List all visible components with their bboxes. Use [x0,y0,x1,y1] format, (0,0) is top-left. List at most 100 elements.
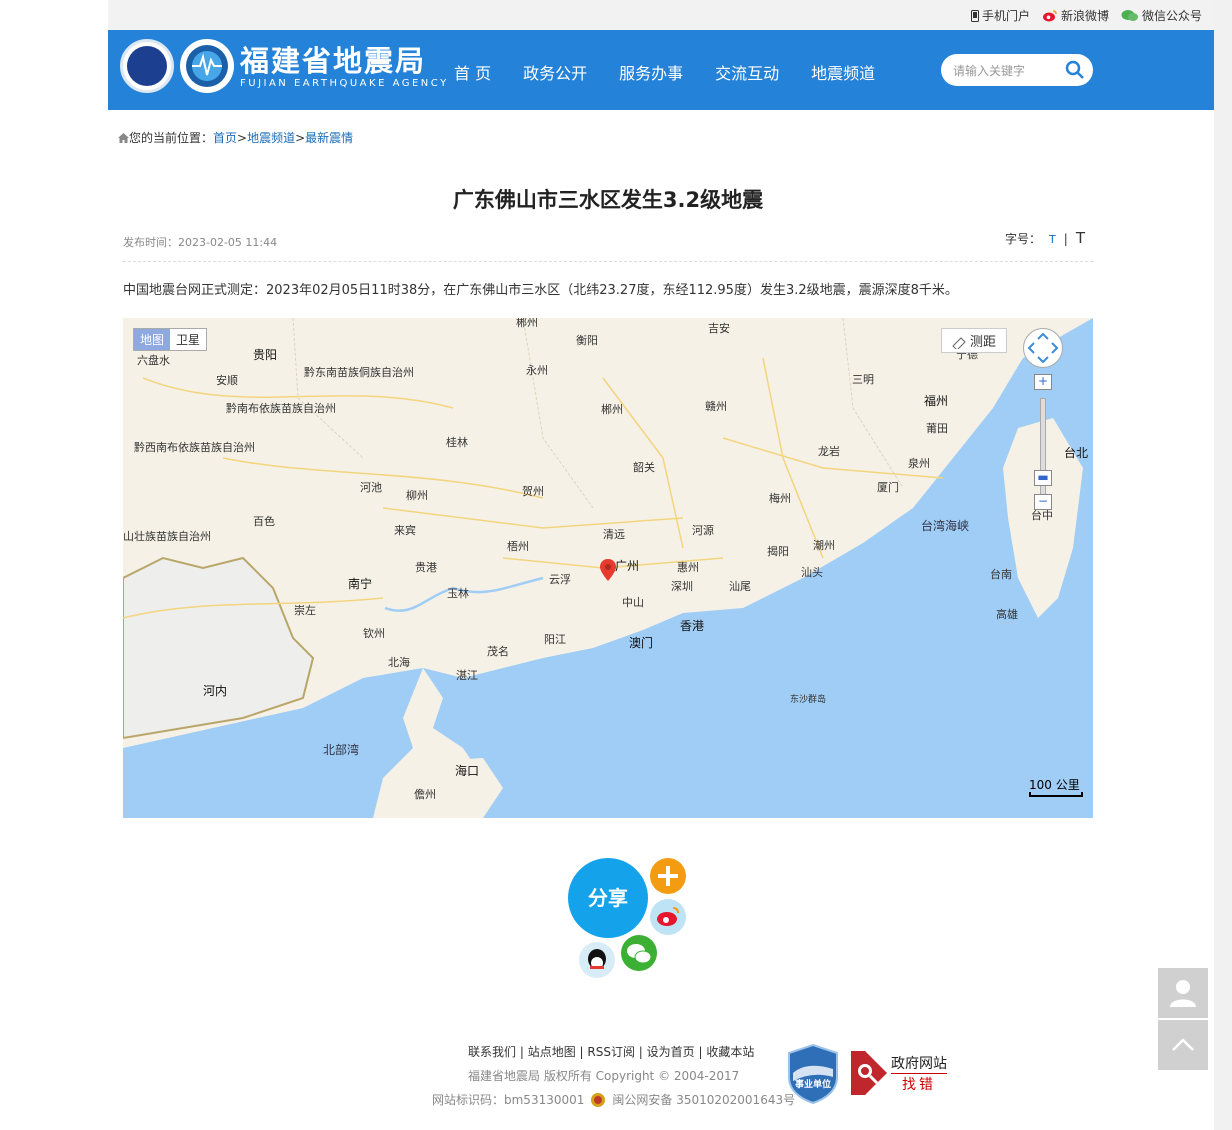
site-id: 网站标识码：bm53130001 [432,1093,585,1107]
map-label: 梧州 [507,540,529,553]
search-icon[interactable] [1065,60,1085,80]
zoom-out-button[interactable]: − [1034,494,1052,510]
measure-label: 测距 [970,335,997,350]
page-scrollbar[interactable] [1214,0,1232,1130]
phone-icon [970,9,979,22]
logo-subtitle: FUJIAN EARTHQUAKE AGENCY [240,77,449,89]
map-label: 清远 [603,528,625,541]
nav-gov-affairs[interactable]: 政务公开 [523,60,587,84]
nav-earthquake-channel[interactable]: 地震频道 [811,60,875,84]
map-label: 海口 [455,764,480,778]
map-label: 山壮族苗族自治州 [123,530,211,543]
map-label: 永州 [526,364,548,377]
map-label: 河内 [203,684,228,698]
share-wechat-icon[interactable] [621,935,657,971]
search-input[interactable]: 请输入关键字 [953,62,1025,79]
map-label: 柳州 [406,489,428,502]
map-label: 南宁 [348,577,373,591]
map-label: 三明 [852,373,874,386]
footer-link-rss[interactable]: RSS订阅 [587,1045,635,1059]
map-label: 百色 [253,515,275,528]
map-label: 云浮 [549,573,571,586]
map-label: 衡阳 [576,334,598,347]
font-size-sep: | [1063,232,1068,246]
weibo-icon [1042,9,1057,21]
zoom-handle[interactable]: ▬ [1034,470,1052,486]
nav-interaction[interactable]: 交流互动 [715,60,779,84]
font-small-button[interactable]: T [1049,233,1056,246]
map-type-switch: 地图 卫星 [133,328,208,351]
back-to-top-button[interactable] [1158,1020,1208,1070]
side-float-tools [1158,968,1208,1070]
chevron-up-icon [1172,1038,1194,1051]
footer-link-bookmark[interactable]: 收藏本站 [706,1045,754,1059]
map-label: 玉林 [447,587,469,600]
font-large-button[interactable]: T [1076,229,1085,247]
fjea-logo-icon [180,39,234,93]
user-center-button[interactable] [1158,968,1208,1018]
gov-site-error-badge[interactable]: 政府网站 找错 [851,1051,947,1095]
map-label: 郴州 [601,403,623,416]
map-type-map-button[interactable]: 地图 [134,329,171,350]
top-links: 手机门户 新浪微博 微信公众号 [970,7,1202,24]
site-header: 福建省地震局 FUJIAN EARTHQUAKE AGENCY 首 页 政务公开… [108,30,1214,110]
map-label: 黔南布依族苗族自治州 [226,402,336,415]
ruler-icon [952,336,966,351]
article-title: 广东佛山市三水区发生3.2级地震 [452,188,764,212]
share-qq-icon[interactable] [579,942,615,978]
breadcrumb-latest-quakes[interactable]: 最新震情 [305,129,353,146]
share-weibo-icon[interactable] [650,899,686,935]
footer-link-sitemap[interactable]: 站点地图 [528,1045,576,1059]
mobile-portal-label: 手机门户 [981,9,1030,23]
map-label: 台南 [990,568,1012,581]
map-label: 贵阳 [253,348,278,362]
footer-link-contact[interactable]: 联系我们 [468,1045,516,1059]
breadcrumb-earthquake-channel[interactable]: 地震频道 [247,129,295,146]
police-badge-icon [591,1092,606,1107]
breadcrumb-home[interactable]: 首页 [213,129,237,146]
map-label: 吉安 [708,322,730,335]
map-label: 韶关 [633,461,655,474]
top-utility-bar: 手机门户 新浪微博 微信公众号 [108,0,1214,30]
publish-time: 发布时间：2023-02-05 11:44 [123,236,278,249]
map-label: 惠州 [677,561,699,574]
mobile-portal-link[interactable]: 手机门户 [970,7,1030,24]
epicenter-map[interactable]: 郴州 衡阳 吉安 六盘水 贵阳 黔东南苗族侗族自治州 永州 三明 宁德 安顺 黔… [123,318,1093,818]
institution-badge-label: 事业单位 [794,1080,831,1090]
epicenter-marker-icon[interactable] [600,559,616,581]
wechat-link[interactable]: 微信公众号 [1121,7,1202,24]
nav-services[interactable]: 服务办事 [619,60,683,84]
wechat-icon [1121,10,1138,21]
nav-home[interactable]: 首 页 [454,60,491,84]
map-type-satellite-button[interactable]: 卫星 [170,329,206,350]
map-label: 泉州 [908,457,930,470]
map-label: 湛江 [456,669,478,682]
public-institution-badge[interactable]: 事业单位 [787,1043,839,1105]
breadcrumb-prefix: 您的当前位置： [129,131,214,145]
article-meta: 发布时间：2023-02-05 11:44 字号： T | T [123,229,1093,262]
map-label: 阳江 [544,633,566,646]
map-pan-control[interactable] [1023,328,1063,368]
zoom-in-button[interactable]: + [1034,374,1052,390]
map-label: 北海 [388,656,410,669]
article-body: 中国地震台网正式测定：2023年02月05日11时38分，在广东佛山市三水区（北… [123,283,958,298]
footer-link-sep: | [575,1045,588,1059]
weibo-link[interactable]: 新浪微博 [1042,7,1109,24]
map-label: 台北 [1064,446,1089,460]
home-icon [118,132,129,143]
map-label: 茂名 [487,645,509,658]
map-label: 河池 [360,481,382,494]
search-box[interactable]: 请输入关键字 [941,54,1093,86]
map-scale-bar [1029,792,1083,797]
map-label: 梅州 [769,492,791,505]
icp-number[interactable]: 闽公网安备 35010202001643号 [612,1091,795,1108]
footer-link-homepage[interactable]: 设为首页 [647,1045,695,1059]
measure-distance-button[interactable]: 测距 [941,328,1008,353]
map-label: 中山 [622,596,644,609]
map-label: 汕尾 [729,580,751,593]
map-label: 六盘水 [137,354,170,367]
share-more-icon[interactable] [650,858,686,894]
map-zoom-control: + ▬ − [1023,328,1063,510]
share-button[interactable]: 分享 [568,858,648,938]
site-logo[interactable]: 福建省地震局 FUJIAN EARTHQUAKE AGENCY [120,39,449,93]
